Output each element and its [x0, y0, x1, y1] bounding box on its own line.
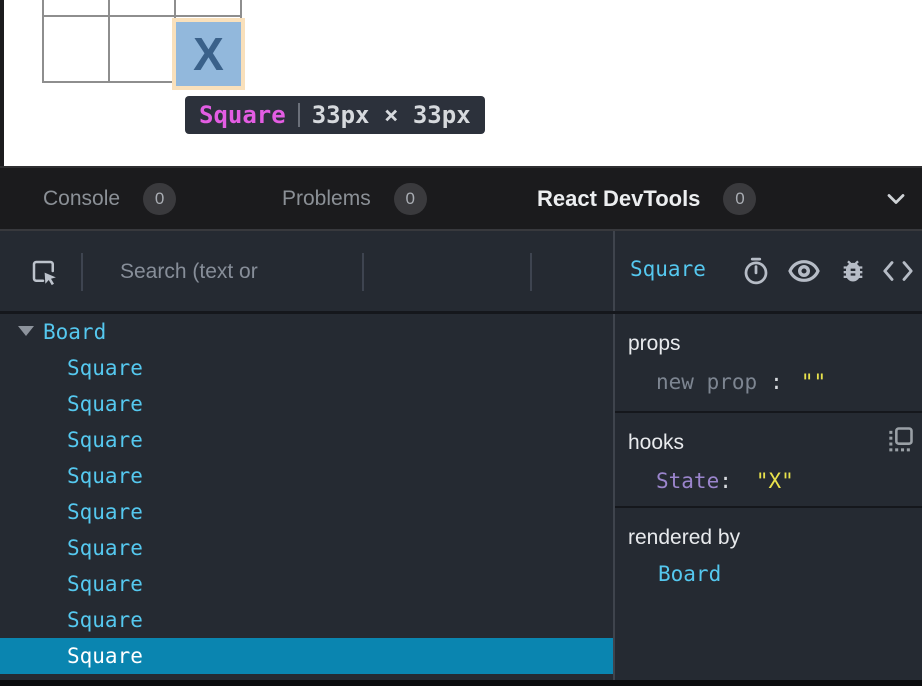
chevron-down-icon[interactable] — [882, 185, 910, 213]
profiler-timer-icon[interactable] — [741, 256, 771, 286]
component-label: Square — [0, 392, 143, 416]
toolbar-divider — [530, 253, 532, 291]
toolbar-divider — [362, 253, 364, 291]
devtools-window: X Square 33px × 33px Console 0 Problems … — [0, 0, 922, 686]
new-prop-value[interactable]: "" — [801, 370, 826, 394]
hook-name: State — [656, 469, 719, 493]
rendered-by-title: rendered by — [615, 508, 922, 550]
component-label: Square — [0, 428, 143, 452]
component-label: Board — [0, 320, 106, 344]
panel-split-divider[interactable] — [613, 231, 615, 680]
board-square[interactable] — [44, 17, 108, 81]
tooltip-size: 33px × 33px — [312, 101, 471, 129]
tree-row-square[interactable]: Square — [0, 494, 613, 530]
inspected-page: X Square 33px × 33px — [0, 0, 922, 166]
tab-react-devtools[interactable]: React DevTools 0 — [537, 168, 756, 229]
expander-icon[interactable] — [18, 326, 34, 336]
hooks-section: hooks State : "X" — [615, 413, 922, 508]
tooltip-separator — [298, 103, 300, 127]
bug-icon[interactable] — [839, 257, 867, 285]
page-edge-strip — [0, 0, 4, 166]
rendered-by-board-link[interactable]: Board — [615, 550, 922, 586]
tab-label: Problems — [282, 187, 371, 211]
selected-component-name: Square — [630, 257, 706, 281]
component-label: Square — [0, 500, 143, 524]
details-panel: props new prop : "" hooks State : "X" — [615, 314, 922, 680]
component-label: Square — [0, 644, 143, 668]
tree-row-square[interactable]: Square — [0, 422, 613, 458]
inspect-highlight-content[interactable]: X — [176, 22, 241, 86]
props-section-title: props — [615, 314, 922, 356]
colon: : — [719, 469, 732, 493]
square-value: X — [193, 27, 224, 81]
inspect-element-icon[interactable] — [29, 257, 59, 287]
component-label: Square — [0, 608, 143, 632]
eye-inspect-icon[interactable] — [788, 258, 820, 284]
board-square[interactable] — [44, 0, 108, 15]
board-square[interactable] — [110, 17, 174, 81]
tab-console[interactable]: Console 0 — [43, 168, 176, 229]
drawer-tab-bar: Console 0 Problems 0 React DevTools 0 — [0, 166, 922, 231]
tree-row-board[interactable]: Board — [0, 314, 613, 350]
hook-value[interactable]: "X" — [756, 469, 794, 493]
tree-row-square[interactable]: Square — [0, 458, 613, 494]
new-prop-row[interactable]: new prop : "" — [615, 356, 922, 410]
details-header: Square — [615, 231, 922, 311]
search-input[interactable] — [120, 255, 352, 289]
tab-count-badge: 0 — [394, 183, 427, 215]
new-prop-key[interactable]: new prop — [656, 370, 757, 394]
toolbar-bottom-border — [0, 311, 922, 314]
component-label: Square — [0, 356, 143, 380]
board-square[interactable] — [176, 0, 240, 15]
tooltip-component-name: Square — [199, 101, 286, 129]
component-label: Square — [0, 464, 143, 488]
hooks-section-title: hooks — [615, 413, 922, 455]
react-devtools-toolbar — [0, 231, 613, 311]
tree-row-square[interactable]: Square — [0, 350, 613, 386]
tab-label: Console — [43, 187, 120, 211]
tree-row-square[interactable]: Square — [0, 566, 613, 602]
parse-hook-names-icon[interactable] — [887, 426, 915, 452]
props-section: props new prop : "" — [615, 314, 922, 413]
board-square[interactable] — [110, 0, 174, 15]
tree-row-square[interactable]: Square — [0, 602, 613, 638]
tab-label: React DevTools — [537, 186, 700, 212]
colon: : — [770, 370, 783, 394]
tab-problems[interactable]: Problems 0 — [282, 168, 427, 229]
tree-row-square[interactable]: Square — [0, 530, 613, 566]
components-tree: Board Square Square Square Square Square… — [0, 314, 613, 680]
view-source-icon[interactable] — [881, 259, 915, 283]
rendered-by-section: rendered by Board — [615, 508, 922, 678]
tree-row-square-selected[interactable]: Square — [0, 638, 613, 674]
toolbar-divider — [81, 253, 83, 291]
state-hook-row[interactable]: State : "X" — [615, 455, 922, 509]
tab-count-badge: 0 — [723, 183, 756, 215]
tree-row-square[interactable]: Square — [0, 386, 613, 422]
inspect-tooltip: Square 33px × 33px — [185, 96, 485, 134]
tab-count-badge: 0 — [143, 183, 176, 215]
window-bottom-edge — [0, 680, 922, 686]
component-label: Square — [0, 536, 143, 560]
component-label: Square — [0, 572, 143, 596]
